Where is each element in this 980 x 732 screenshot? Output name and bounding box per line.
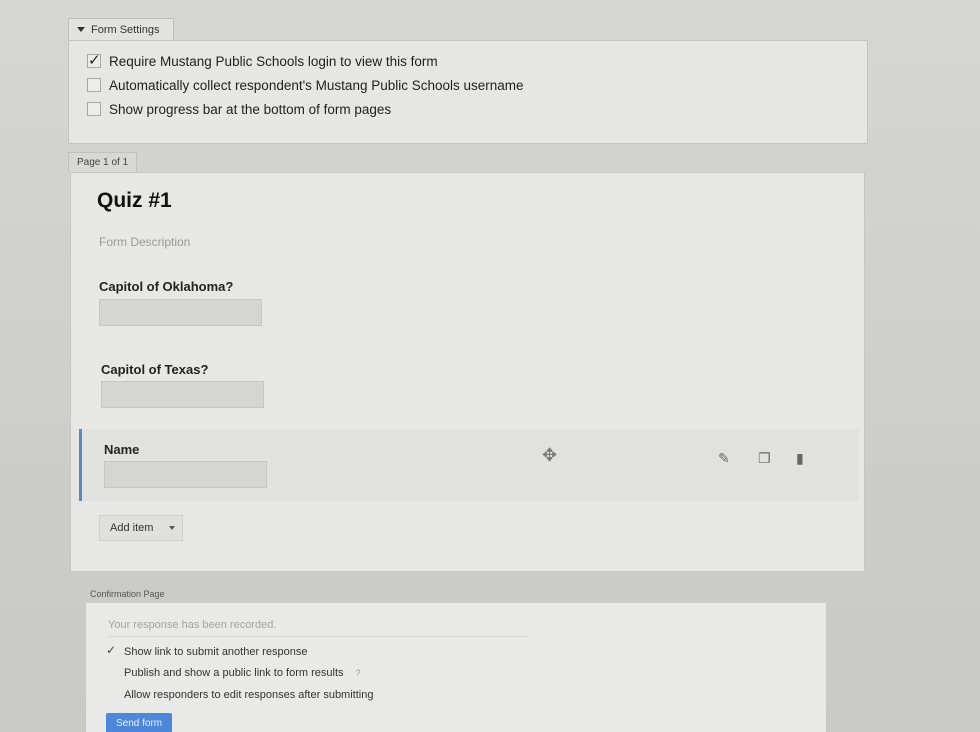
publish-results-label: Publish and show a public link to form r…	[124, 667, 344, 679]
move-icon[interactable]: ✥	[542, 445, 557, 466]
answer-field-texas[interactable]	[101, 381, 264, 408]
confirmation-page-tab: Confirmation Page	[90, 589, 165, 599]
conf-option-allow-edit[interactable]: Allow responders to edit responses after…	[106, 689, 373, 701]
answer-field-oklahoma[interactable]	[99, 299, 262, 326]
delete-trash-icon[interactable]: ▮	[796, 451, 804, 467]
form-settings-panel: Require Mustang Public Schools login to …	[68, 40, 868, 144]
question-label-oklahoma: Capitol of Oklahoma?	[99, 279, 234, 294]
add-item-label: Add item	[110, 522, 154, 534]
edit-pencil-icon[interactable]: ✎	[718, 451, 730, 467]
dropdown-caret-icon	[169, 526, 176, 530]
allow-edit-checkbox[interactable]	[106, 689, 118, 701]
duplicate-icon[interactable]: ❐	[758, 451, 771, 467]
form-description-field[interactable]: Form Description	[99, 235, 190, 249]
conf-option-publish-results[interactable]: Publish and show a public link to form r…	[106, 667, 361, 679]
help-icon[interactable]: ?	[356, 668, 361, 678]
publish-results-checkbox[interactable]	[106, 667, 118, 679]
collect-username-label: Automatically collect respondent's Musta…	[109, 77, 524, 93]
add-item-button[interactable]: Add item	[99, 515, 183, 541]
require-login-checkbox[interactable]	[87, 51, 101, 69]
question-label-texas: Capitol of Texas?	[101, 362, 209, 377]
collect-username-checkbox[interactable]	[87, 78, 101, 92]
allow-edit-label: Allow responders to edit responses after…	[124, 689, 374, 701]
form-settings-tab[interactable]: Form Settings	[68, 18, 175, 40]
form-title[interactable]: Quiz #1	[97, 189, 172, 213]
confirmation-message-field[interactable]: Your response has been recorded.	[108, 615, 528, 637]
conf-option-submit-another[interactable]: Show link to submit another response	[106, 643, 308, 658]
confirmation-panel: Your response has been recorded. Show li…	[86, 602, 826, 732]
form-settings-label: Form Settings	[91, 23, 160, 36]
selected-question-row[interactable]: Name ✥ ✎ ❐ ▮	[79, 429, 859, 501]
progress-bar-checkbox[interactable]	[87, 102, 101, 116]
submit-another-label: Show link to submit another response	[124, 646, 308, 658]
send-form-button[interactable]: Send form	[106, 713, 173, 732]
page-indicator-tab: Page 1 of 1	[68, 152, 138, 172]
setting-progress-bar[interactable]: Show progress bar at the bottom of form …	[87, 97, 849, 121]
answer-field-name[interactable]	[104, 461, 267, 488]
setting-collect-username[interactable]: Automatically collect respondent's Musta…	[87, 73, 849, 97]
collapse-triangle-icon	[77, 27, 85, 32]
question-label-name: Name	[104, 442, 140, 457]
require-login-label: Require Mustang Public Schools login to …	[109, 53, 438, 69]
setting-require-login[interactable]: Require Mustang Public Schools login to …	[87, 49, 849, 73]
progress-bar-label: Show progress bar at the bottom of form …	[109, 101, 392, 117]
submit-another-checkbox[interactable]	[106, 643, 118, 658]
form-page-panel: Quiz #1 Form Description Capitol of Okla…	[70, 172, 865, 572]
